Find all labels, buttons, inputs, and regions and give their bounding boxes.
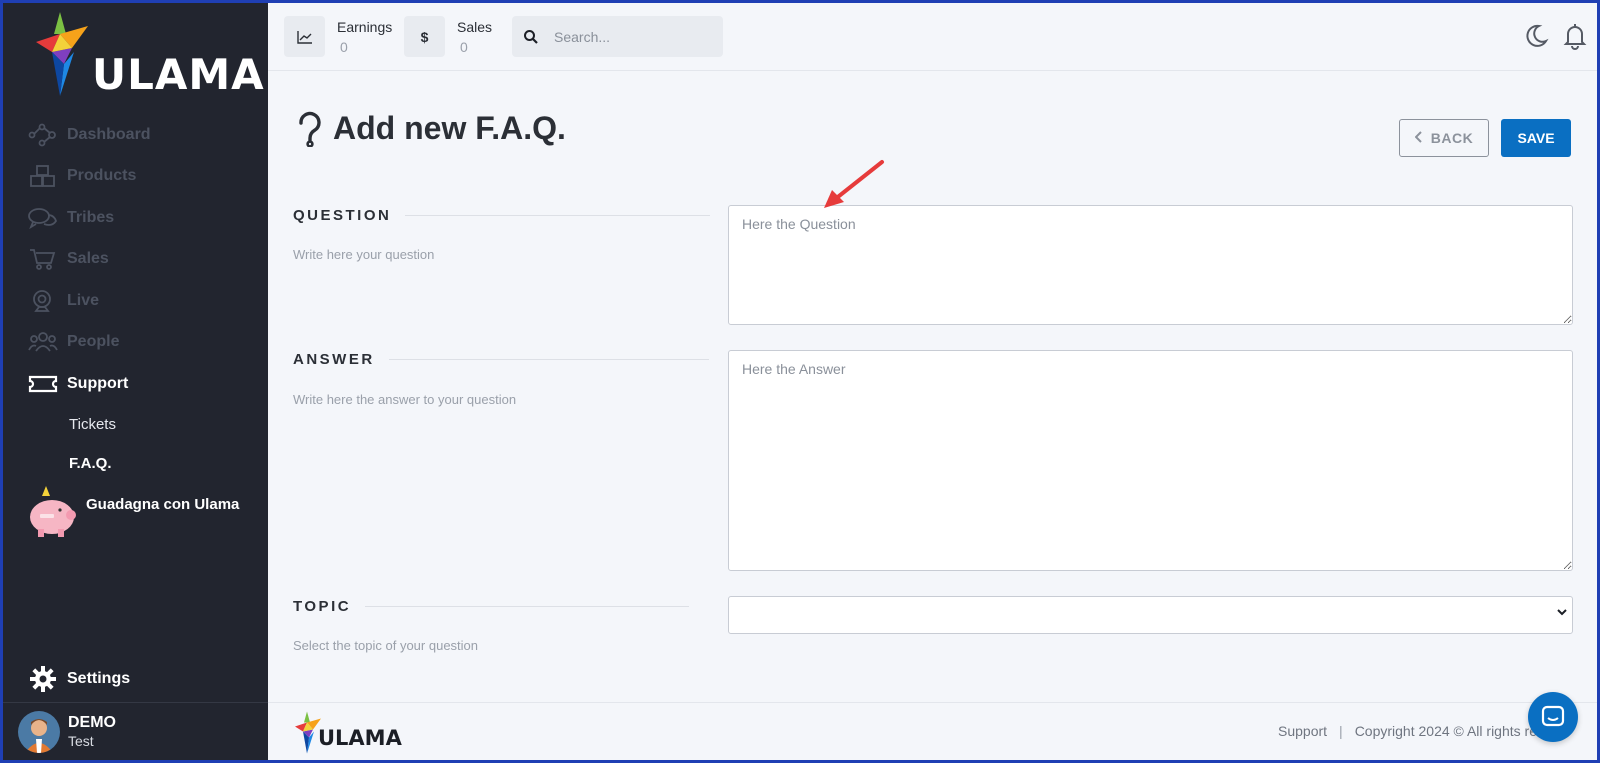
user-subtitle: Test <box>68 733 94 749</box>
sidebar-item-dashboard[interactable]: Dashboard <box>0 114 268 156</box>
sidebar-item-label: People <box>67 333 120 351</box>
chat-bubbles-icon <box>28 205 58 231</box>
sidebar-item-label: Sales <box>67 250 109 268</box>
answer-textarea[interactable] <box>728 350 1573 571</box>
sales-stat[interactable]: $ Sales 0 <box>404 16 492 58</box>
answer-description: Write here the answer to your question <box>293 392 517 407</box>
footer-logo[interactable]: ULAMA <box>292 711 402 757</box>
gear-icon <box>28 664 58 694</box>
earnings-label: Earnings <box>337 19 393 35</box>
network-icon <box>28 122 58 148</box>
sidebar-item-label: Tribes <box>67 208 115 226</box>
sidebar-item-sales[interactable]: Sales <box>0 239 268 281</box>
topic-select[interactable] <box>728 596 1573 634</box>
section-divider <box>388 359 709 360</box>
question-description: Write here your question <box>293 247 435 262</box>
question-section-title: QUESTION <box>293 207 711 224</box>
topic-description: Select the topic of your question <box>293 638 479 653</box>
footer-links: Support | Copyright 2024 © All rights re… <box>1278 723 1544 739</box>
promo-guadagna[interactable]: Guadagna con Ulama <box>26 484 266 540</box>
cart-icon <box>28 246 58 272</box>
user-name: DEMO <box>68 714 116 731</box>
topic-title: TOPIC <box>293 598 352 615</box>
section-divider <box>365 606 690 607</box>
bell-icon <box>1563 24 1587 50</box>
sidebar-item-settings[interactable]: Settings <box>28 664 130 694</box>
sidebar-subitem-label: Tickets <box>69 415 116 433</box>
sidebar-item-label: Products <box>67 167 137 185</box>
search-input[interactable] <box>554 28 714 45</box>
save-button[interactable]: SAVE <box>1501 119 1571 157</box>
sales-label: Sales <box>457 19 493 35</box>
sidebar-subitem-faq[interactable]: F.A.Q. <box>0 444 268 483</box>
footer-brand-name: ULAMA <box>318 726 402 750</box>
sidebar-item-label: Dashboard <box>67 125 151 143</box>
notifications-button[interactable] <box>1561 22 1589 50</box>
brand-name: ULAMA <box>92 50 265 99</box>
bird-logo-icon <box>36 12 88 96</box>
sidebar-item-people[interactable]: People <box>0 322 268 364</box>
sidebar-subitem-tickets[interactable]: Tickets <box>0 405 268 444</box>
sidebar-divider <box>0 702 268 703</box>
dark-mode-toggle[interactable] <box>1521 22 1549 50</box>
annotation-arrow-icon <box>824 160 884 208</box>
sidebar-item-products[interactable]: Products <box>0 156 268 198</box>
piggy-bank-icon <box>30 486 76 537</box>
sidebar-item-label: Live <box>67 291 100 309</box>
boxes-icon <box>28 163 58 189</box>
earnings-stat[interactable]: Earnings 0 <box>284 16 392 58</box>
ticket-icon <box>28 371 58 397</box>
sidebar-item-label: Support <box>67 374 129 392</box>
sales-value: 0 <box>460 39 468 55</box>
sidebar-nav: Dashboard Products Tribes Sales Live Peo… <box>0 114 268 483</box>
back-button[interactable]: BACK <box>1399 119 1489 157</box>
search-icon <box>512 29 550 45</box>
question-mark-icon <box>299 111 321 147</box>
question-textarea[interactable] <box>728 205 1573 325</box>
search-box <box>512 16 723 57</box>
sidebar-item-support[interactable]: Support <box>0 363 268 405</box>
footer-support-link[interactable]: Support <box>1278 723 1327 739</box>
chart-line-icon <box>284 16 325 57</box>
footer-copyright: Copyright 2024 © All rights res <box>1354 723 1544 739</box>
avatar <box>18 711 60 753</box>
footer-separator: | <box>1339 723 1343 739</box>
answer-section-title: ANSWER <box>293 351 709 368</box>
section-divider <box>405 215 711 216</box>
sidebar: ULAMA Dashboard Products Tribes Sales Li… <box>0 0 268 763</box>
settings-label: Settings <box>67 670 131 687</box>
back-label: BACK <box>1430 130 1474 146</box>
people-icon <box>28 329 58 355</box>
sidebar-item-tribes[interactable]: Tribes <box>0 197 268 239</box>
sidebar-item-live[interactable]: Live <box>0 280 268 322</box>
dollar-icon: $ <box>404 16 445 57</box>
brand-logo[interactable]: ULAMA <box>30 12 264 102</box>
moon-icon <box>1526 24 1549 47</box>
chat-launcher-button[interactable] <box>1528 692 1578 742</box>
promo-label: Guadagna con Ulama <box>86 495 240 513</box>
sidebar-subitem-label: F.A.Q. <box>69 454 112 472</box>
question-title: QUESTION <box>293 207 392 224</box>
topic-section-title: TOPIC <box>293 598 690 615</box>
page-title-text: Add new F.A.Q. <box>333 110 566 146</box>
page-title: Add new F.A.Q. <box>295 110 566 147</box>
webcam-icon <box>28 288 58 314</box>
answer-title: ANSWER <box>293 351 375 368</box>
topbar: Earnings 0 $ Sales 0 <box>268 0 1600 71</box>
user-profile[interactable]: DEMO Test <box>18 711 116 753</box>
chevron-left-icon <box>1414 130 1423 146</box>
footer: ULAMA Support | Copyright 2024 © All rig… <box>268 702 1600 763</box>
chat-icon <box>1541 705 1565 727</box>
earnings-value: 0 <box>340 39 348 55</box>
